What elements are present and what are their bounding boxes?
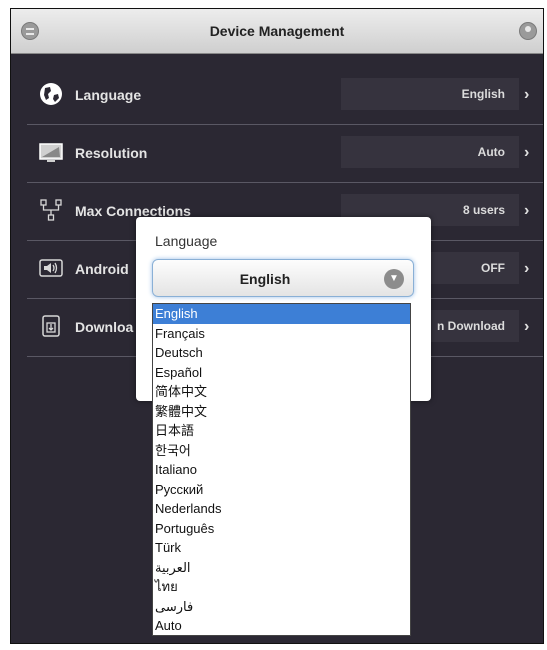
language-option[interactable]: Türk: [153, 538, 410, 558]
chevron-right-icon[interactable]: ›: [524, 240, 529, 298]
audio-icon: [39, 259, 63, 277]
dialog-label: Language: [155, 233, 218, 249]
setting-value[interactable]: English: [341, 78, 519, 110]
chevron-right-icon[interactable]: ›: [524, 182, 529, 240]
setting-label: Language: [75, 87, 142, 103]
language-option[interactable]: 日本語: [153, 421, 410, 441]
language-select[interactable]: English ▼: [152, 259, 414, 297]
chevron-right-icon[interactable]: ›: [524, 124, 529, 182]
language-option[interactable]: Auto: [153, 616, 410, 636]
setting-label: Resolution: [75, 145, 148, 161]
language-option[interactable]: العربية: [153, 558, 410, 578]
language-option[interactable]: Русский: [153, 480, 410, 500]
language-option[interactable]: Español: [153, 363, 410, 383]
monitor-icon: [39, 143, 63, 162]
chevron-right-icon[interactable]: ›: [524, 298, 529, 356]
header-bar: Device Management: [11, 9, 543, 54]
setting-row-language[interactable]: Language English ›: [27, 66, 543, 125]
language-options-list[interactable]: English Français Deutsch Español 简体中文 繁體…: [152, 303, 411, 636]
setting-label: Android: [75, 261, 129, 277]
user-icon[interactable]: [519, 22, 537, 40]
setting-label: Downloa: [75, 319, 134, 335]
page-title: Device Management: [209, 23, 345, 39]
download-icon: [42, 315, 60, 337]
language-option[interactable]: ไทย: [153, 577, 410, 597]
setting-value[interactable]: Auto: [341, 136, 519, 168]
language-option[interactable]: فارسی: [153, 597, 410, 617]
chevron-right-icon[interactable]: ›: [524, 66, 529, 124]
setting-row-resolution[interactable]: Resolution Auto ›: [27, 124, 543, 183]
language-option[interactable]: 简体中文: [153, 382, 410, 402]
language-option[interactable]: Italiano: [153, 460, 410, 480]
language-option[interactable]: English: [153, 304, 410, 324]
language-option[interactable]: Nederlands: [153, 499, 410, 519]
language-option[interactable]: 繁體中文: [153, 402, 410, 422]
language-option[interactable]: Français: [153, 324, 410, 344]
network-icon: [40, 199, 62, 221]
language-option[interactable]: Português: [153, 519, 410, 539]
globe-icon: [40, 83, 62, 105]
select-value: English: [239, 271, 291, 287]
chevron-down-icon[interactable]: ▼: [384, 269, 404, 289]
language-option[interactable]: 한국어: [153, 441, 410, 461]
language-option[interactable]: Deutsch: [153, 343, 410, 363]
